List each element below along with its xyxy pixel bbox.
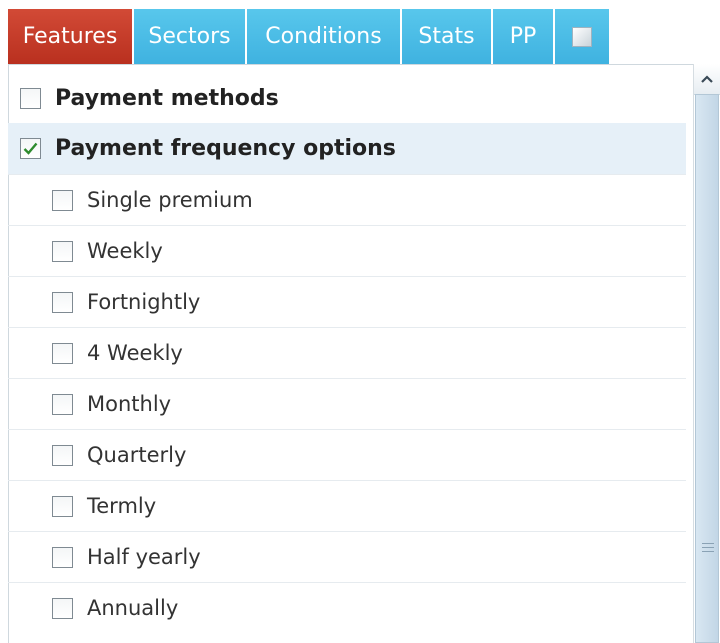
checkbox[interactable]: [52, 291, 73, 313]
scroll-thumb[interactable]: [695, 94, 719, 643]
group-label: Payment methods: [55, 86, 279, 111]
checkbox[interactable]: [52, 546, 73, 568]
checkmark-icon: [23, 142, 38, 155]
option-label: Single premium: [87, 188, 253, 212]
option-quarterly[interactable]: Quarterly: [8, 429, 686, 480]
checkbox[interactable]: [52, 189, 73, 211]
tab-conditions-label: Conditions: [265, 24, 382, 49]
grip-icon: [702, 543, 714, 553]
option-monthly[interactable]: Monthly: [8, 378, 686, 429]
chevron-up-icon: [701, 75, 713, 83]
checkbox[interactable]: [52, 393, 73, 415]
tab-stats-label: Stats: [418, 24, 475, 49]
scroll-up-button[interactable]: [694, 64, 720, 95]
option-half-yearly[interactable]: Half yearly: [8, 531, 686, 582]
tab-sectors-label: Sectors: [148, 24, 231, 49]
tab-conditions[interactable]: Conditions: [247, 9, 402, 64]
option-label: Half yearly: [87, 545, 201, 569]
option-termly[interactable]: Termly: [8, 480, 686, 531]
option-label: Fortnightly: [87, 290, 201, 314]
option-annually[interactable]: Annually: [8, 582, 686, 633]
option-label: Termly: [87, 494, 157, 518]
option-label: Quarterly: [87, 443, 187, 467]
checkbox[interactable]: [52, 342, 73, 364]
tab-stats[interactable]: Stats: [402, 9, 493, 64]
tab-pp[interactable]: PP: [493, 9, 555, 64]
group-label: Payment frequency options: [55, 136, 396, 161]
tab-pp-label: PP: [509, 24, 537, 49]
option-weekly[interactable]: Weekly: [8, 225, 686, 276]
checkbox[interactable]: [52, 240, 73, 262]
option-label: Annually: [87, 596, 179, 620]
group-payment-methods[interactable]: Payment methods: [8, 73, 686, 124]
option-4-weekly[interactable]: 4 Weekly: [8, 327, 686, 378]
option-label: 4 Weekly: [87, 341, 183, 365]
option-label: Weekly: [87, 239, 163, 263]
checkbox[interactable]: [20, 88, 41, 109]
option-single-premium[interactable]: Single premium: [8, 174, 686, 225]
tab-features-label: Features: [22, 24, 118, 49]
document-icon: [572, 26, 592, 47]
option-fortnightly[interactable]: Fortnightly: [8, 276, 686, 327]
checkbox[interactable]: [52, 495, 73, 517]
vertical-scrollbar[interactable]: [693, 64, 720, 643]
tab-features[interactable]: Features: [8, 9, 134, 64]
tab-sectors[interactable]: Sectors: [134, 9, 247, 64]
checkbox[interactable]: [20, 138, 41, 159]
group-payment-frequency-options[interactable]: Payment frequency options: [8, 123, 686, 174]
checkbox[interactable]: [52, 597, 73, 619]
tab-extra[interactable]: [555, 9, 609, 64]
checkbox[interactable]: [52, 444, 73, 466]
option-label: Monthly: [87, 392, 172, 416]
tab-bar: Features Sectors Conditions Stats PP: [8, 9, 609, 64]
